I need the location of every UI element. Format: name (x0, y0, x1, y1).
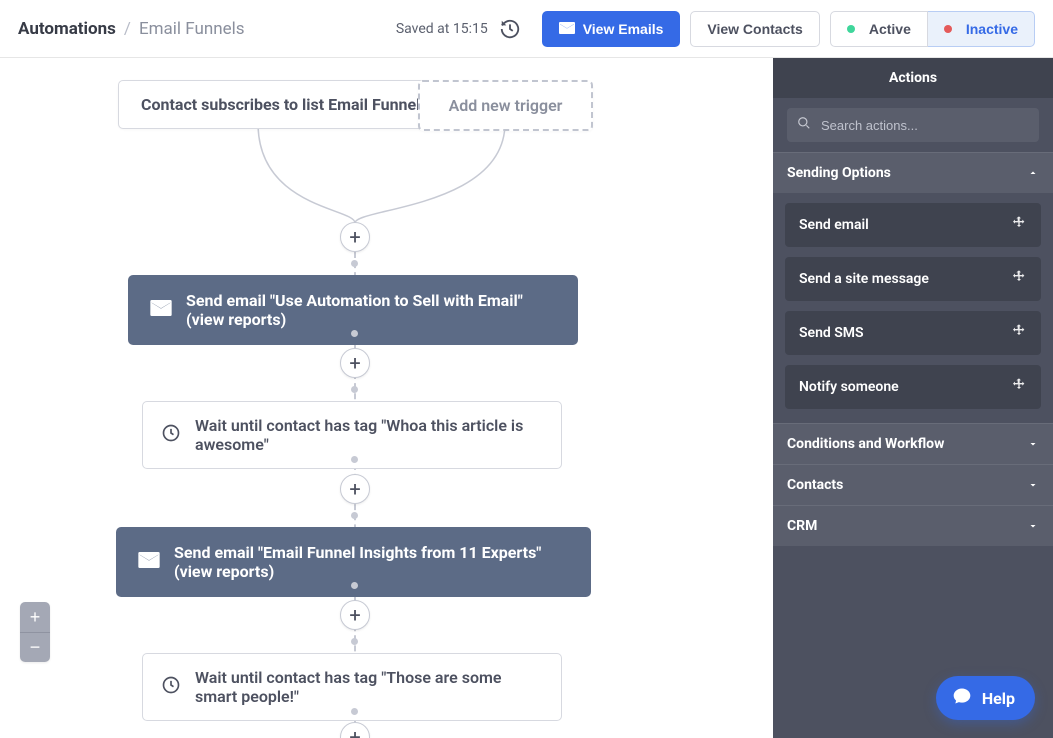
connector-dot (351, 330, 358, 337)
action-label: Notify someone (799, 379, 899, 395)
chevron-down-icon (1027, 520, 1039, 532)
drag-handle-icon (1011, 269, 1027, 289)
accordion-label: CRM (787, 518, 817, 534)
help-label: Help (982, 689, 1015, 708)
connector-dot (351, 386, 358, 393)
top-bar: Automations / Email Funnels Saved at 15:… (0, 0, 1053, 58)
saved-status: Saved at 15:15 (396, 15, 524, 43)
clock-icon (161, 423, 181, 447)
view-contacts-label: View Contacts (707, 21, 802, 37)
add-trigger-card[interactable]: Add new trigger (418, 80, 593, 131)
wait-step-label: Wait until contact has tag "Whoa this ar… (195, 416, 543, 454)
trigger-card[interactable]: Contact subscribes to list Email Funnels (118, 80, 452, 129)
accordion-label: Conditions and Workflow (787, 436, 944, 452)
add-step-button[interactable]: + (340, 348, 370, 378)
action-label: Send SMS (799, 325, 864, 341)
workflow-canvas[interactable]: Contact subscribes to list Email Funnels… (0, 58, 773, 738)
add-step-button[interactable]: + (340, 222, 370, 252)
chevron-up-icon (1027, 167, 1039, 179)
add-trigger-label: Add new trigger (449, 96, 563, 115)
clock-icon (161, 675, 181, 699)
sidebar-search (773, 98, 1053, 152)
status-dot-inactive (944, 25, 952, 33)
accordion-label: Contacts (787, 477, 843, 493)
zoom-controls: + − (20, 602, 50, 662)
connector-dot (351, 512, 358, 519)
drag-handle-icon (1011, 377, 1027, 397)
actions-sidebar: Actions Sending Options Send email Send … (773, 58, 1053, 738)
saved-text: Saved at 15:15 (396, 21, 488, 37)
status-active-label: Active (869, 21, 911, 37)
breadcrumb: Automations / Email Funnels (18, 19, 245, 39)
action-label: Send email (799, 217, 869, 233)
status-dot-active (847, 25, 855, 33)
sidebar-title: Actions (773, 58, 1053, 98)
breadcrumb-separator: / (124, 19, 131, 39)
mail-icon (559, 21, 575, 37)
view-emails-label: View Emails (583, 21, 664, 37)
connector-dot (351, 260, 358, 267)
connector-dot (351, 708, 358, 715)
action-label: Send a site message (799, 271, 929, 287)
add-step-button[interactable]: + (340, 474, 370, 504)
mail-icon (138, 552, 160, 572)
mail-icon (150, 300, 172, 320)
accordion-header-conditions[interactable]: Conditions and Workflow (773, 423, 1053, 464)
connector-dot (351, 582, 358, 589)
zoom-out-button[interactable]: − (20, 632, 50, 662)
chevron-down-icon (1027, 479, 1039, 491)
status-toggle: Active Inactive (830, 11, 1035, 47)
status-inactive-label: Inactive (966, 21, 1018, 37)
connector-lines (0, 58, 773, 738)
accordion-header-contacts[interactable]: Contacts (773, 464, 1053, 505)
search-icon (797, 116, 811, 134)
drag-handle-icon (1011, 215, 1027, 235)
send-email-step-label: Send email "Use Automation to Sell with … (186, 291, 556, 329)
status-active-button[interactable]: Active (830, 11, 928, 47)
drag-handle-icon (1011, 323, 1027, 343)
zoom-in-button[interactable]: + (20, 602, 50, 632)
chat-icon (952, 686, 972, 710)
action-notify-someone[interactable]: Notify someone (785, 365, 1041, 409)
chevron-down-icon (1027, 438, 1039, 450)
accordion-header-crm[interactable]: CRM (773, 505, 1053, 546)
view-emails-button[interactable]: View Emails (542, 11, 681, 47)
send-email-step-label: Send email "Email Funnel Insights from 1… (174, 543, 569, 581)
wait-step-label: Wait until contact has tag "Those are so… (195, 668, 543, 706)
connector-dot (351, 456, 358, 463)
connector-dot (351, 638, 358, 645)
history-icon[interactable] (496, 15, 524, 43)
view-contacts-button[interactable]: View Contacts (690, 11, 819, 47)
action-send-sms[interactable]: Send SMS (785, 311, 1041, 355)
accordion-body-sending: Send email Send a site message Send SMS … (773, 193, 1053, 423)
accordion-header-sending[interactable]: Sending Options (773, 152, 1053, 193)
trigger-card-label: Contact subscribes to list Email Funnels (141, 95, 429, 114)
search-input[interactable] (819, 117, 1029, 134)
action-send-email[interactable]: Send email (785, 203, 1041, 247)
breadcrumb-root[interactable]: Automations (18, 19, 116, 39)
breadcrumb-leaf[interactable]: Email Funnels (139, 19, 245, 39)
add-step-button[interactable]: + (340, 722, 370, 738)
add-step-button[interactable]: + (340, 600, 370, 630)
help-button[interactable]: Help (936, 676, 1035, 720)
action-send-site-message[interactable]: Send a site message (785, 257, 1041, 301)
accordion-label: Sending Options (787, 165, 891, 181)
status-inactive-button[interactable]: Inactive (928, 11, 1035, 47)
